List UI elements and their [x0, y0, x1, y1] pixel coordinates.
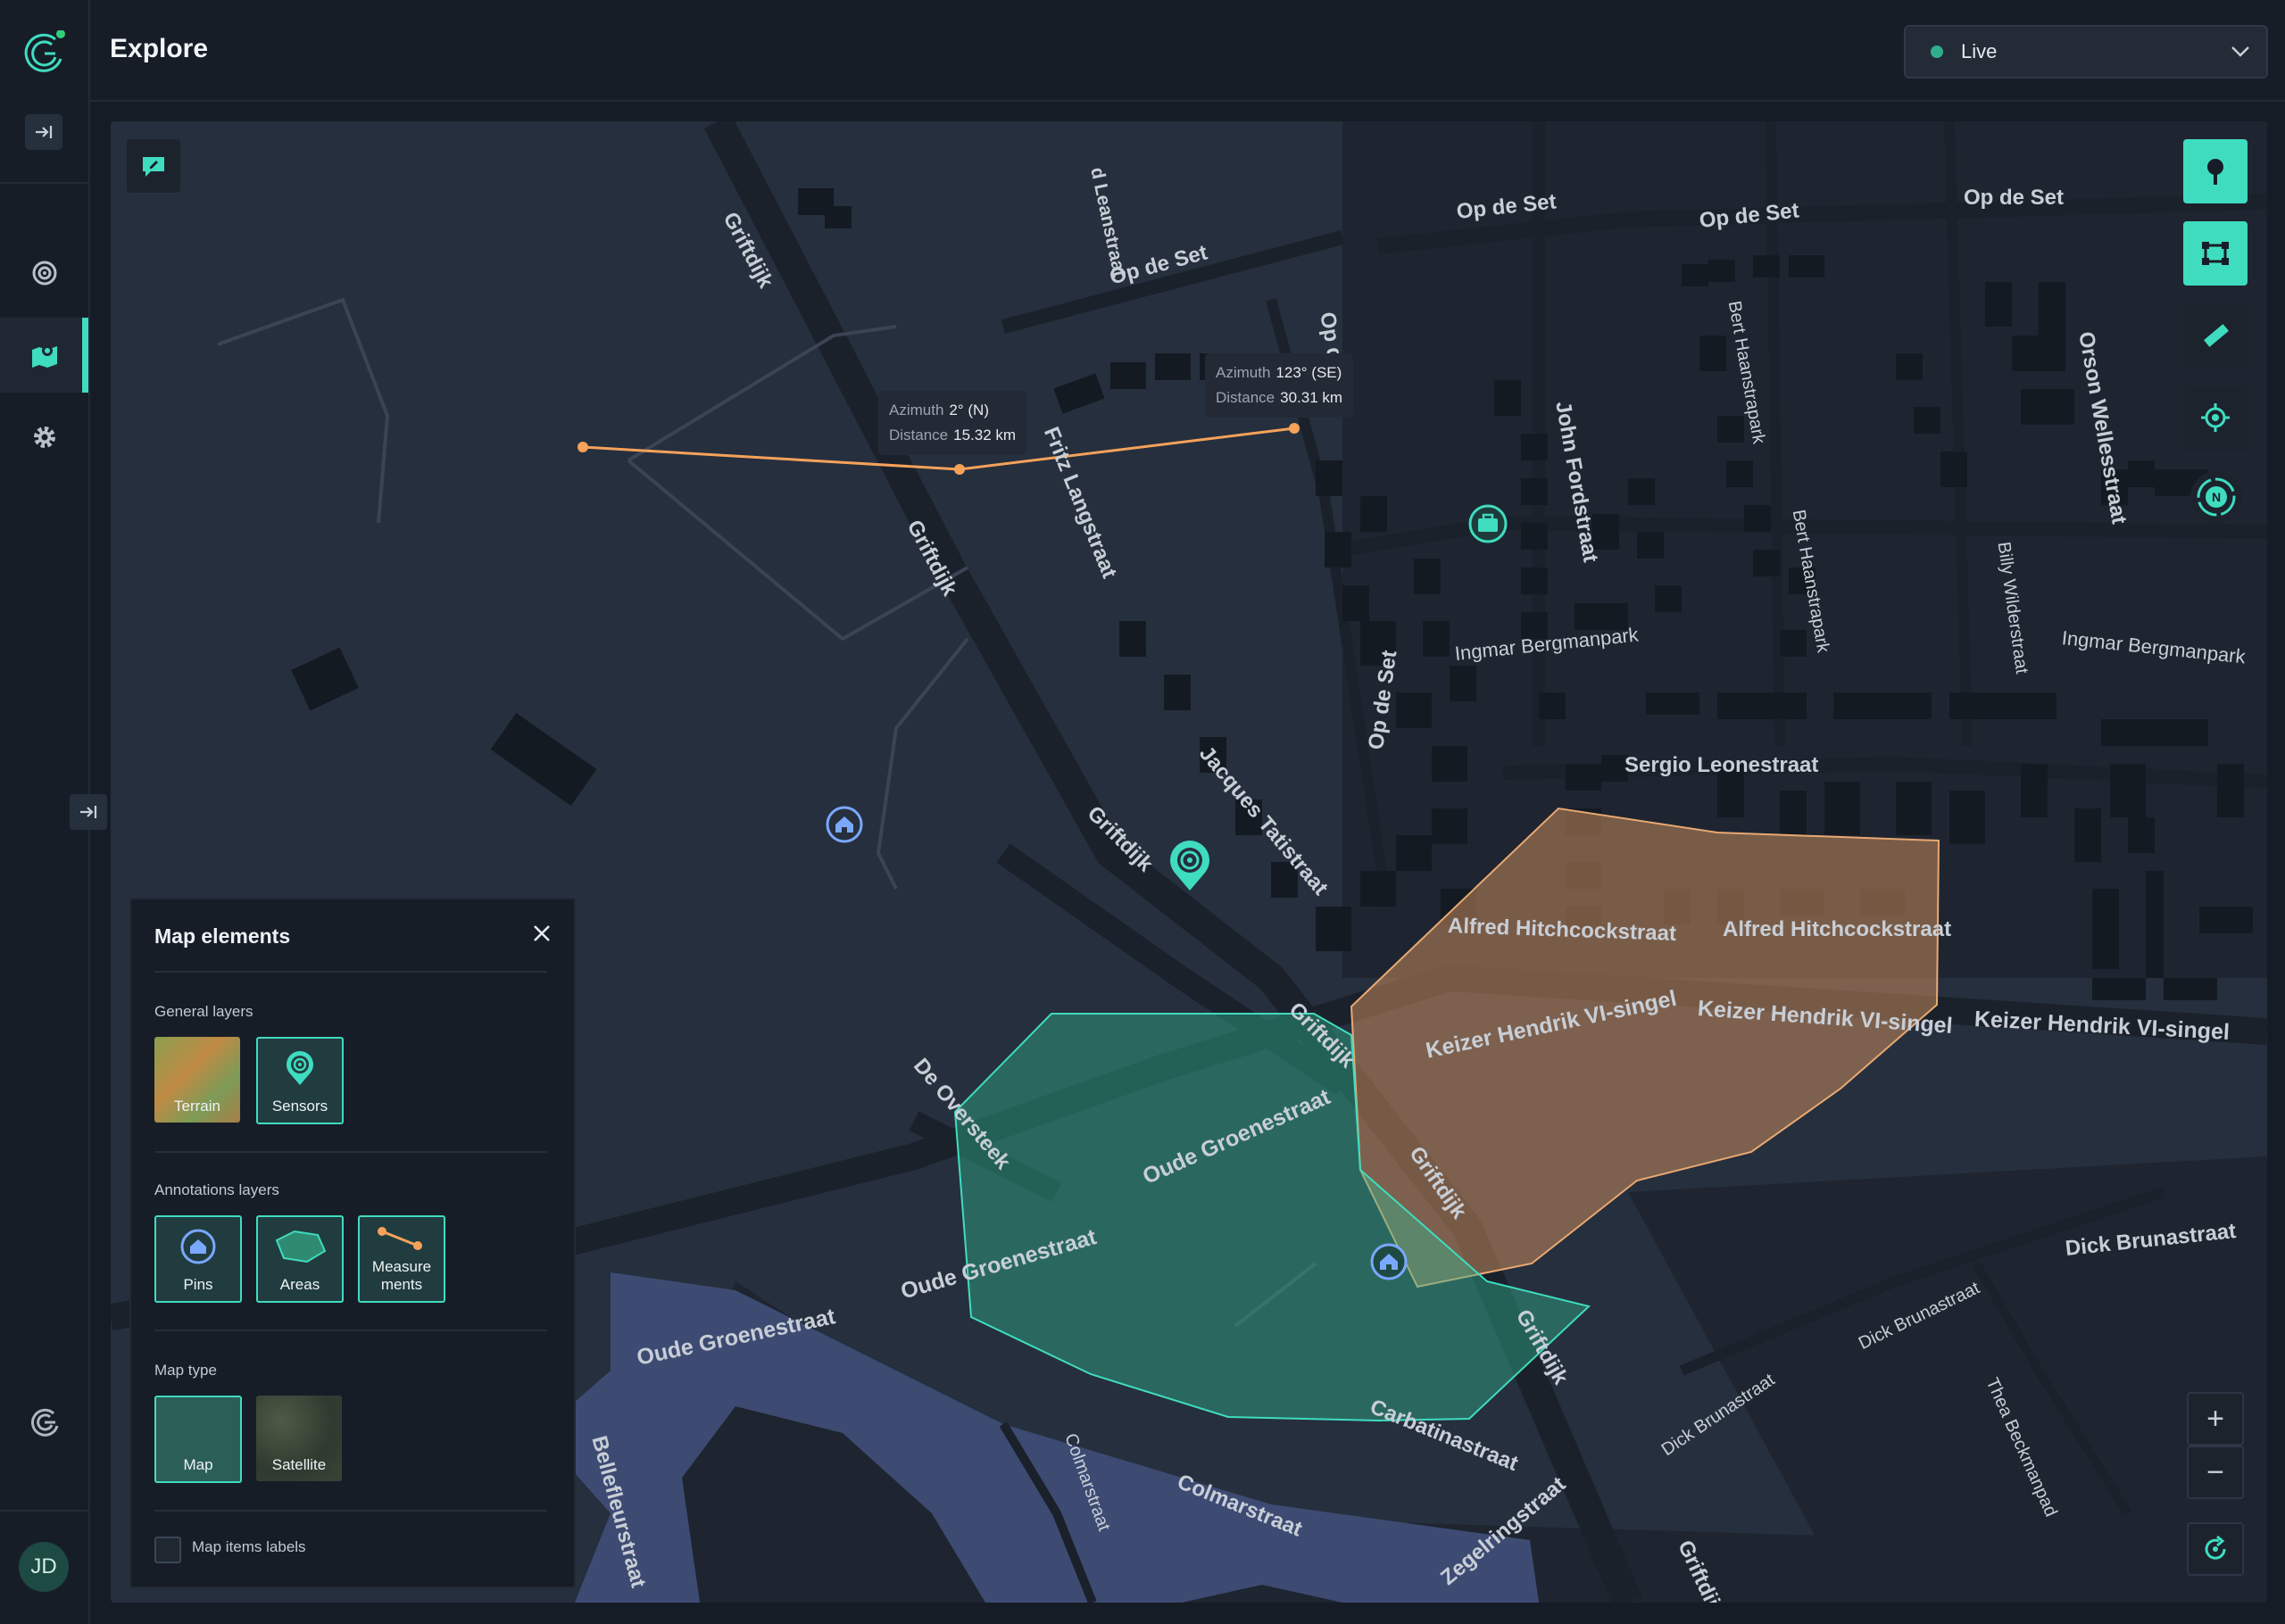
sensor-pin-icon: [1170, 841, 1209, 891]
reset-view-button[interactable]: [2187, 1522, 2244, 1576]
section-label: General layers: [154, 1003, 253, 1020]
panel-divider: [154, 1510, 547, 1512]
mode-select-value: Live: [1961, 40, 1998, 62]
measure-tool[interactable]: [2183, 303, 2248, 368]
arrow-to-right-icon: [80, 806, 97, 818]
locate-button[interactable]: [2183, 385, 2248, 450]
tile-label: Satellite: [271, 1456, 327, 1473]
refresh-icon: [2205, 1535, 2226, 1560]
panel-divider: [154, 1151, 547, 1153]
comment-edit-icon: [143, 157, 164, 177]
azimuth-label: Azimuth: [1216, 364, 1271, 381]
close-icon: [534, 925, 550, 941]
measurement-tooltip: Azimuth 123° (SE) Distance 30.31 km: [1205, 353, 1354, 418]
checkbox-label: Map items labels: [192, 1538, 306, 1555]
page-title: Explore: [110, 34, 209, 63]
nav-map[interactable]: [0, 318, 88, 393]
azimuth-label: Azimuth: [889, 402, 944, 418]
crosshair-icon: [2201, 403, 2230, 432]
rail-divider: [0, 182, 88, 184]
panel-divider: [154, 1330, 547, 1331]
map-items-labels-checkbox[interactable]: [154, 1537, 181, 1563]
home-pin[interactable]: [1369, 1242, 1408, 1286]
street-label: Sergio Leonestraat: [1624, 753, 1819, 777]
map-type-satellite[interactable]: Satellite: [256, 1396, 342, 1481]
map-type-map[interactable]: Map: [154, 1396, 242, 1483]
mode-select[interactable]: Live: [1904, 25, 2268, 79]
tile-label: Map: [183, 1456, 213, 1473]
add-pin-tool[interactable]: [2183, 139, 2248, 203]
map-elements-panel: Map elements General layers Terrain Sens…: [129, 898, 576, 1588]
status-dot: [1931, 46, 1943, 58]
home-icon: [1370, 1243, 1408, 1280]
app-logo-icon: [21, 29, 68, 77]
distance-value: 15.32 km: [953, 427, 1017, 443]
azimuth-value: 2° (N): [949, 402, 989, 418]
zoom-out-button[interactable]: −: [2187, 1446, 2244, 1499]
arrow-to-right-icon: [36, 126, 53, 138]
map-pin-icon: [31, 345, 57, 368]
compass-label: N: [2212, 490, 2221, 504]
section-label: Map type: [154, 1362, 217, 1379]
pin-icon: [2207, 159, 2223, 185]
tile-label: Sensors: [271, 1098, 328, 1114]
ruler-icon: [2204, 324, 2229, 347]
distance-value: 30.31 km: [1280, 389, 1343, 406]
top-bar: Explore Live: [90, 0, 2285, 102]
collapse-sidebar-button[interactable]: [25, 114, 62, 150]
sensor-pin[interactable]: [1166, 839, 1214, 899]
layer-pins[interactable]: Pins: [154, 1215, 242, 1303]
section-label: Annotations layers: [154, 1181, 279, 1198]
target-icon: [32, 261, 56, 286]
user-avatar[interactable]: JD: [19, 1542, 69, 1592]
home-icon: [826, 806, 863, 843]
azimuth-value: 123° (SE): [1275, 364, 1342, 381]
layer-measurements[interactable]: Measure ments: [358, 1215, 445, 1303]
briefcase-icon: [1468, 504, 1508, 543]
tile-label: Pins: [183, 1276, 213, 1293]
measure-line-icon: [378, 1227, 422, 1250]
annotate-button[interactable]: [127, 139, 180, 193]
zoom-in-button[interactable]: +: [2187, 1392, 2244, 1446]
nav-sensors[interactable]: [0, 236, 88, 311]
gear-icon: [33, 427, 55, 448]
tile-label: Terrain: [174, 1098, 220, 1114]
tile-label: Measure ments: [371, 1258, 432, 1293]
polygon-icon: [2202, 242, 2229, 265]
rail-divider: [0, 1510, 88, 1512]
brand-mark-icon: [29, 1406, 61, 1443]
layer-areas[interactable]: Areas: [256, 1215, 344, 1303]
area-polygon-icon: [275, 1230, 327, 1264]
expand-panel-button[interactable]: [70, 794, 107, 830]
nav-settings[interactable]: [0, 400, 88, 475]
compass-button[interactable]: N: [2190, 471, 2242, 523]
panel-title: Map elements: [154, 924, 291, 948]
measurement-tooltip: Azimuth 2° (N) Distance 15.32 km: [878, 391, 1027, 455]
panel-divider: [154, 971, 547, 973]
compass-icon: N: [2197, 477, 2236, 517]
distance-label: Distance: [889, 427, 949, 443]
sensor-pin-icon: [287, 1051, 313, 1085]
street-label: Alfred Hitchcockstraat: [1723, 917, 1952, 941]
tile-label: Areas: [279, 1276, 320, 1293]
chevron-down-icon: [2231, 46, 2249, 57]
draw-area-tool[interactable]: [2183, 221, 2248, 286]
layer-terrain[interactable]: Terrain: [154, 1037, 240, 1123]
street-label: Op de Set: [1964, 186, 2065, 210]
home-icon: [180, 1229, 216, 1264]
poi-marker[interactable]: [1467, 503, 1508, 549]
home-pin[interactable]: [825, 805, 864, 849]
distance-label: Distance: [1216, 389, 1275, 406]
close-panel-button[interactable]: [533, 924, 551, 947]
layer-sensors[interactable]: Sensors: [256, 1037, 344, 1124]
